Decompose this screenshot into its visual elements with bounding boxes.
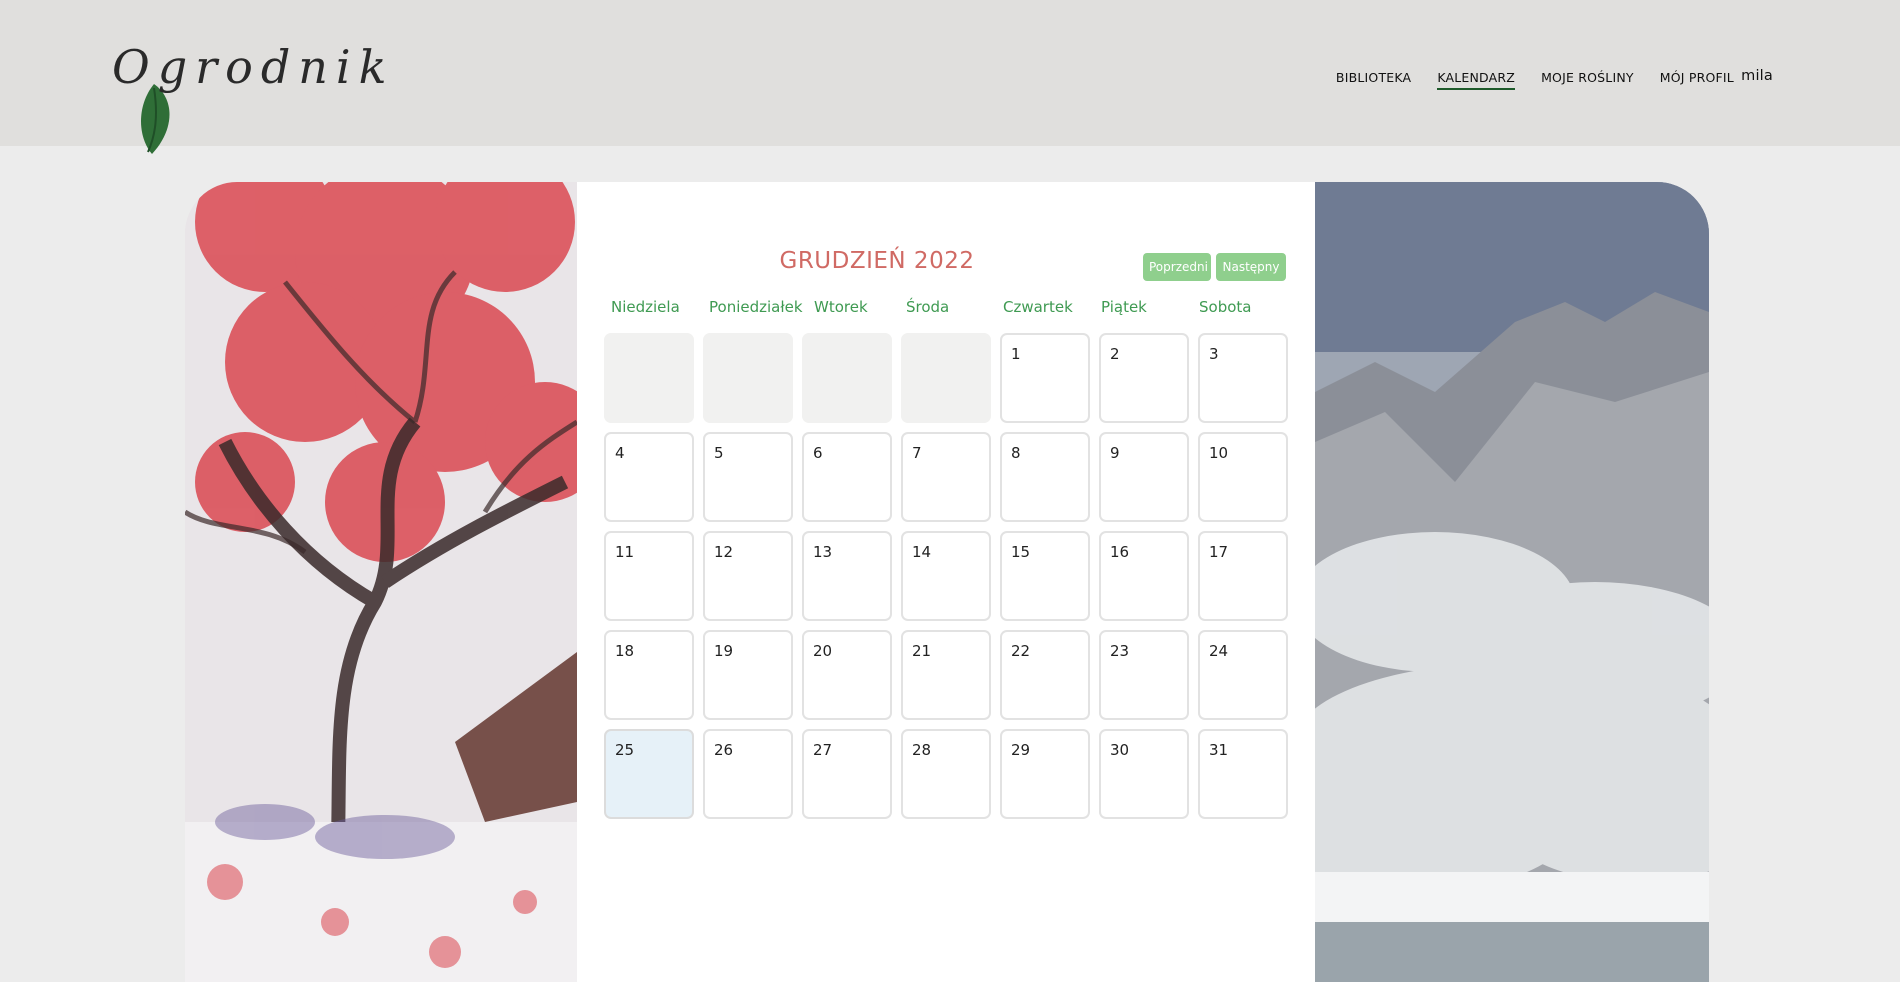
calendar-day-number: 12 (714, 543, 734, 561)
calendar-day-number: 7 (912, 444, 922, 462)
nav-profile-label: MÓJ PROFIL (1659, 70, 1734, 85)
calendar-day-number: 15 (1011, 543, 1031, 561)
calendar-day-number: 16 (1110, 543, 1130, 561)
calendar-day-number: 18 (615, 642, 635, 660)
calendar-day-cell[interactable]: 3 (1198, 333, 1288, 423)
calendar-day-cell[interactable]: 19 (703, 630, 793, 720)
header: Ogrodnik BIBLIOTEKA KALENDARZ MOJE ROŚLI… (0, 0, 1900, 154)
calendar-day-cell[interactable]: 4 (604, 432, 694, 522)
main-nav: BIBLIOTEKA KALENDARZ MOJE ROŚLINY MÓJ PR… (1336, 68, 1773, 90)
calendar-day-cell[interactable]: 28 (901, 729, 991, 819)
weekday-label: Środa (906, 298, 950, 316)
calendar-day-number: 19 (714, 642, 734, 660)
mountain-illustration (1315, 182, 1709, 982)
calendar-title: GRUDZIEŃ 2022 (779, 248, 975, 274)
calendar-day-number: 6 (813, 444, 823, 462)
nav-biblioteka[interactable]: BIBLIOTEKA (1336, 70, 1411, 88)
calendar-day-number: 23 (1110, 642, 1130, 660)
calendar-day-cell[interactable]: 8 (1000, 432, 1090, 522)
previous-month-button[interactable]: Poprzedni (1143, 253, 1211, 281)
weekday-label: Piątek (1101, 298, 1147, 316)
weekday-label: Poniedziałek (709, 298, 803, 316)
nav-kalendarz[interactable]: KALENDARZ (1437, 70, 1516, 90)
calendar-day-number: 3 (1209, 345, 1219, 363)
calendar-empty-cell (703, 333, 793, 423)
main-container: GRUDZIEŃ 2022 Poprzedni Następny Niedzie… (185, 182, 1709, 982)
calendar-day-cell[interactable]: 16 (1099, 531, 1189, 621)
calendar-day-cell[interactable]: 20 (802, 630, 892, 720)
calendar-day-number: 13 (813, 543, 833, 561)
calendar-day-cell[interactable]: 23 (1099, 630, 1189, 720)
calendar-day-number: 25 (615, 741, 635, 759)
calendar-day-cell[interactable]: 13 (802, 531, 892, 621)
calendar-day-cell[interactable]: 24 (1198, 630, 1288, 720)
calendar-day-cell[interactable]: 5 (703, 432, 793, 522)
calendar-day-number: 29 (1011, 741, 1031, 759)
calendar-day-number: 1 (1011, 345, 1021, 363)
calendar-day-cell[interactable]: 30 (1099, 729, 1189, 819)
calendar-day-number: 14 (912, 543, 932, 561)
calendar-day-cell[interactable]: 26 (703, 729, 793, 819)
calendar-day-cell[interactable]: 15 (1000, 531, 1090, 621)
calendar-empty-cell (802, 333, 892, 423)
calendar-day-number: 20 (813, 642, 833, 660)
calendar-panel: GRUDZIEŃ 2022 Poprzedni Następny Niedzie… (577, 182, 1315, 982)
calendar-day-cell[interactable]: 11 (604, 531, 694, 621)
winter-tree-illustration (185, 182, 577, 982)
calendar-day-number: 31 (1209, 741, 1229, 759)
nav-moje-rosliny[interactable]: MOJE ROŚLINY (1541, 70, 1634, 88)
winter-tree-image (185, 182, 577, 982)
calendar-day-cell[interactable]: 7 (901, 432, 991, 522)
calendar-day-cell[interactable]: 10 (1198, 432, 1288, 522)
calendar-day-number: 11 (615, 543, 635, 561)
calendar-day-cell[interactable]: 2 (1099, 333, 1189, 423)
weekday-label: Czwartek (1003, 298, 1073, 316)
misty-mountain-image (1315, 182, 1709, 982)
nav-username: mila (1741, 68, 1773, 84)
calendar-day-cell[interactable]: 12 (703, 531, 793, 621)
calendar-day-number: 4 (615, 444, 625, 462)
weekday-label: Sobota (1199, 298, 1252, 316)
weekday-label: Wtorek (814, 298, 868, 316)
calendar-day-cell[interactable]: 9 (1099, 432, 1189, 522)
calendar-day-cell[interactable]: 25 (604, 729, 694, 819)
calendar-day-number: 10 (1209, 444, 1229, 462)
calendar-day-number: 27 (813, 741, 833, 759)
calendar-day-number: 22 (1011, 642, 1031, 660)
calendar-day-cell[interactable]: 17 (1198, 531, 1288, 621)
calendar-day-cell[interactable]: 29 (1000, 729, 1090, 819)
calendar-day-number: 28 (912, 741, 932, 759)
calendar-day-number: 26 (714, 741, 734, 759)
calendar-day-number: 21 (912, 642, 932, 660)
calendar-day-cell[interactable]: 14 (901, 531, 991, 621)
calendar-day-number: 8 (1011, 444, 1021, 462)
calendar-day-cell[interactable]: 21 (901, 630, 991, 720)
nav-moj-profil[interactable]: MÓJ PROFIL mila (1659, 68, 1773, 89)
calendar-day-cell[interactable]: 18 (604, 630, 694, 720)
calendar-day-cell[interactable]: 27 (802, 729, 892, 819)
weekday-header: Niedziela Poniedziałek Wtorek Środa Czwa… (603, 298, 1293, 322)
calendar-day-number: 24 (1209, 642, 1229, 660)
calendar-day-number: 5 (714, 444, 724, 462)
calendar-empty-cell (901, 333, 991, 423)
logo[interactable]: Ogrodnik (112, 40, 387, 154)
logo-text: Ogrodnik (112, 40, 395, 94)
calendar-day-cell[interactable]: 22 (1000, 630, 1090, 720)
calendar-day-number: 9 (1110, 444, 1120, 462)
next-month-button[interactable]: Następny (1216, 253, 1286, 281)
calendar-day-number: 30 (1110, 741, 1130, 759)
calendar-day-cell[interactable]: 1 (1000, 333, 1090, 423)
calendar-day-cell[interactable]: 6 (802, 432, 892, 522)
weekday-label: Niedziela (611, 298, 680, 316)
calendar-day-cell[interactable]: 31 (1198, 729, 1288, 819)
calendar-day-number: 17 (1209, 543, 1229, 561)
calendar-empty-cell (604, 333, 694, 423)
calendar-day-number: 2 (1110, 345, 1120, 363)
